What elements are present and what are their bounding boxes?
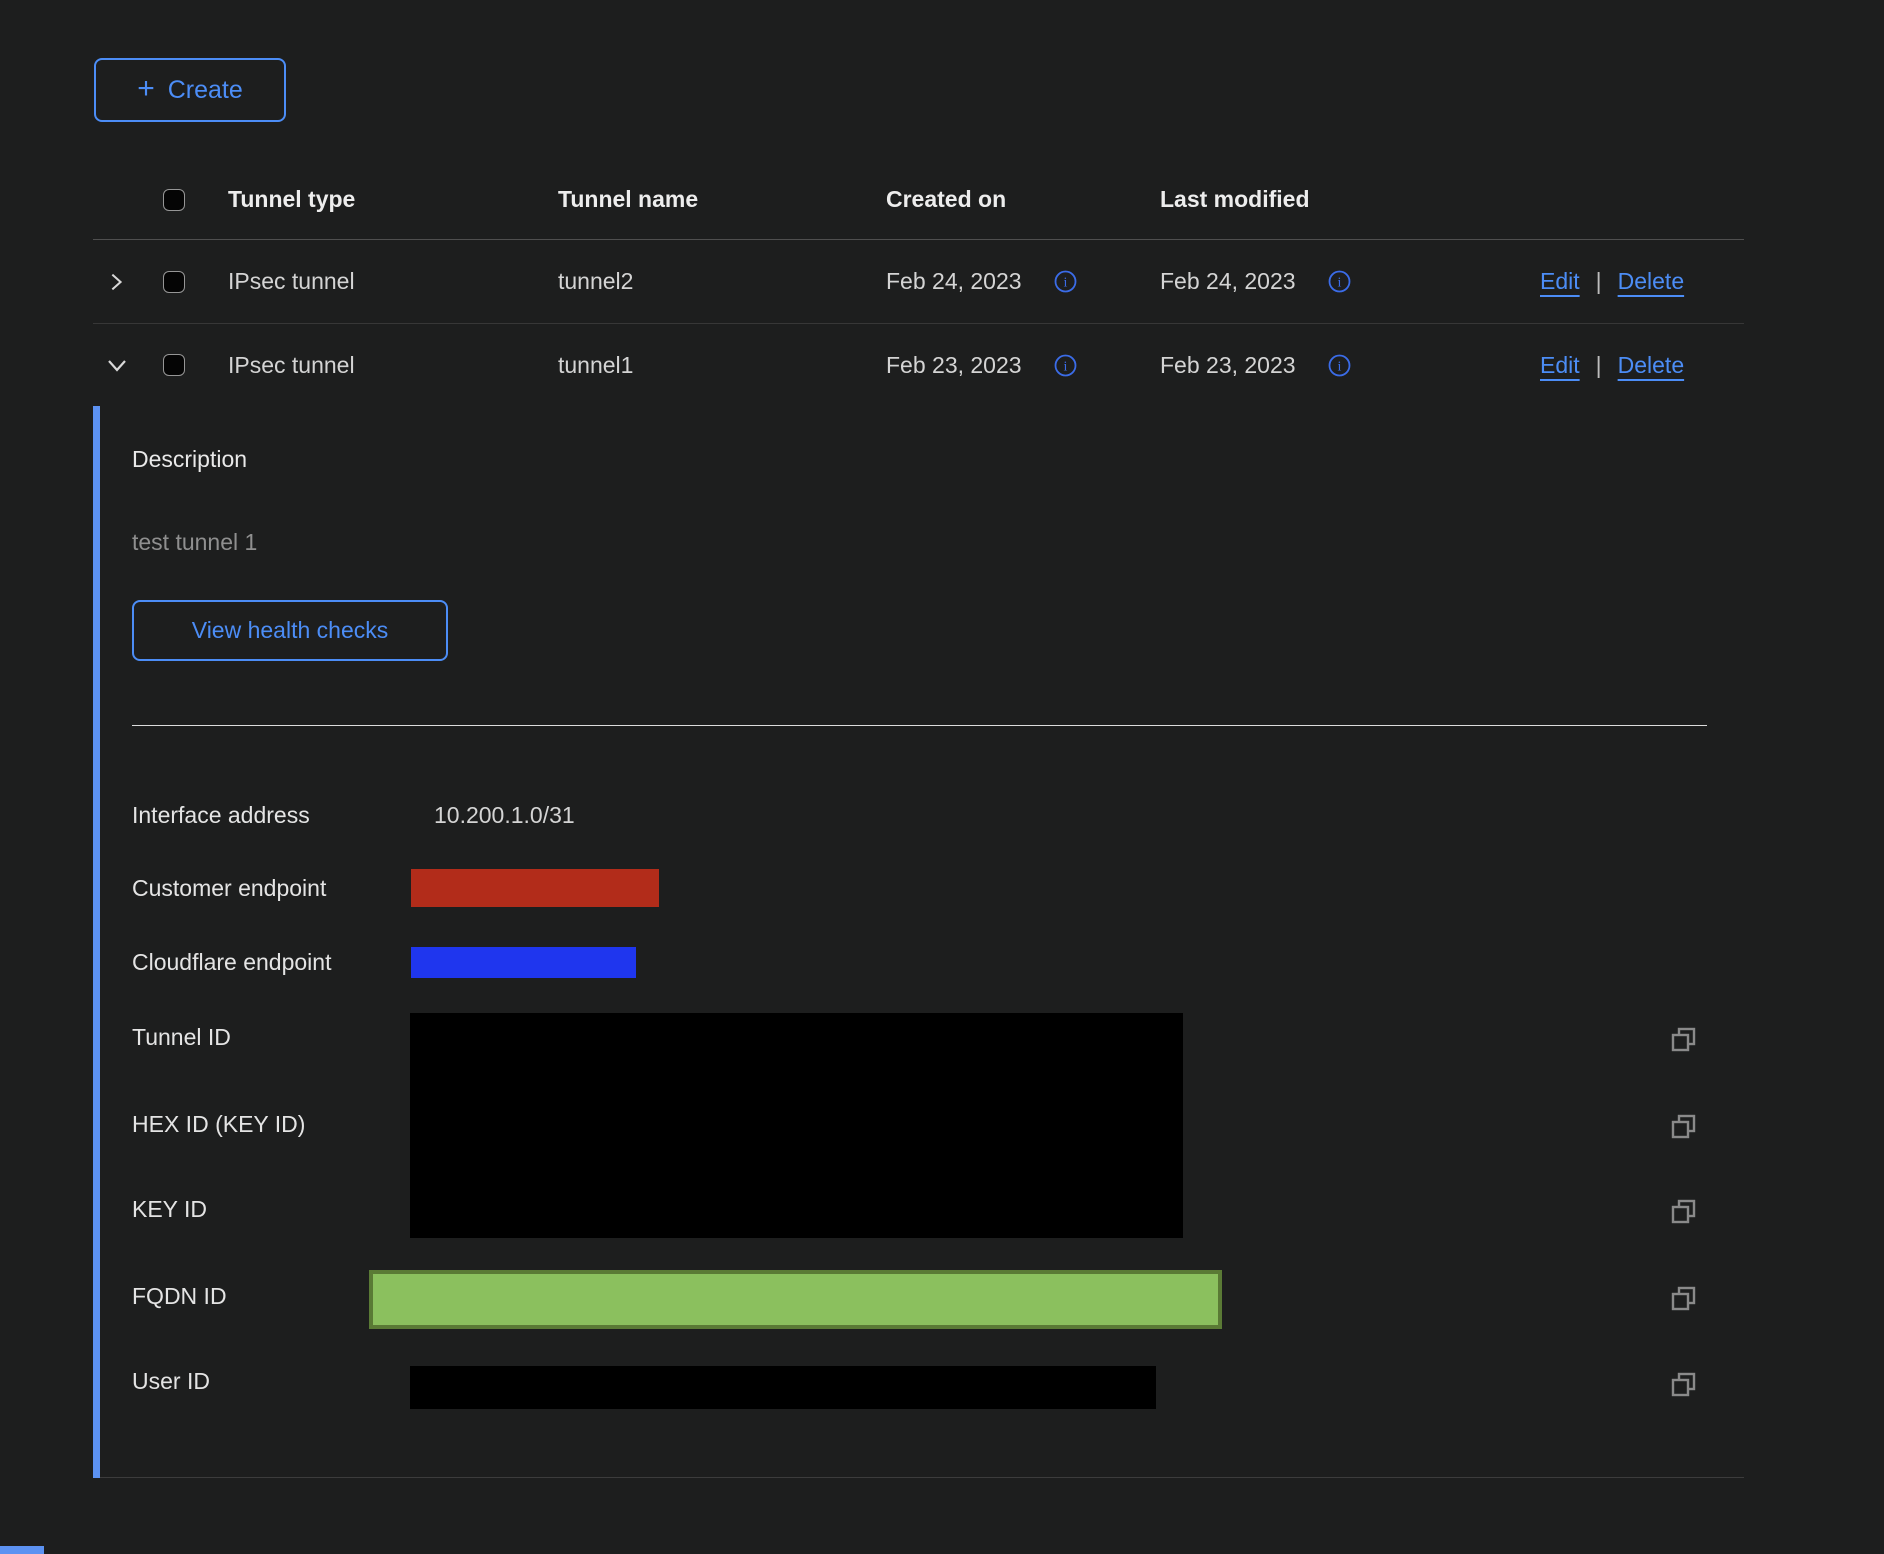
expanded-row-accent-bar — [93, 406, 100, 1478]
copy-tunnel-id-button[interactable] — [1669, 1026, 1697, 1054]
edit-link[interactable]: Edit — [1540, 352, 1580, 379]
copy-user-id-button[interactable] — [1669, 1371, 1697, 1399]
user-id-redacted-value — [410, 1366, 1156, 1409]
svg-text:i: i — [1337, 276, 1341, 291]
header-tunnel-type: Tunnel type — [220, 186, 550, 213]
info-icon[interactable]: i — [1054, 354, 1077, 377]
chevron-right-icon — [105, 271, 127, 293]
create-button[interactable]: + Create — [94, 58, 286, 122]
interface-address-value: 10.200.1.0/31 — [434, 802, 575, 829]
created-on-value: Feb 24, 2023 — [886, 268, 1022, 295]
svg-text:i: i — [1063, 359, 1067, 374]
copy-icon — [1670, 1371, 1697, 1398]
header-created-on: Created on — [878, 186, 1152, 213]
create-button-label: Create — [168, 76, 243, 105]
info-icon[interactable]: i — [1328, 270, 1351, 293]
fqdn-id-redacted-value — [369, 1270, 1222, 1329]
link-separator: | — [1596, 352, 1602, 379]
table-header-row: Tunnel type Tunnel name Created on Last … — [93, 160, 1744, 240]
view-health-checks-button[interactable]: View health checks — [132, 600, 448, 661]
tunnel-id-label: Tunnel ID — [132, 1024, 231, 1051]
delete-link[interactable]: Delete — [1618, 268, 1684, 295]
section-divider — [132, 725, 1707, 726]
select-all-checkbox[interactable] — [163, 189, 185, 211]
copy-icon — [1670, 1285, 1697, 1312]
header-last-modified: Last modified — [1152, 186, 1530, 213]
key-id-label: KEY ID — [132, 1196, 207, 1223]
copy-key-id-button[interactable] — [1669, 1198, 1697, 1226]
table-row: IPsec tunnel tunnel2 Feb 24, 2023 i Feb … — [93, 240, 1744, 324]
tunnel-type-cell: IPsec tunnel — [220, 268, 550, 295]
cloudflare-endpoint-redacted-value — [411, 947, 636, 978]
svg-text:i: i — [1337, 359, 1341, 374]
description-value: test tunnel 1 — [132, 529, 257, 556]
info-icon[interactable]: i — [1054, 270, 1077, 293]
fqdn-id-label: FQDN ID — [132, 1283, 227, 1310]
chevron-down-icon — [105, 353, 129, 377]
hex-id-label: HEX ID (KEY ID) — [132, 1111, 305, 1138]
row-checkbox[interactable] — [163, 354, 185, 376]
created-on-value: Feb 23, 2023 — [886, 352, 1022, 379]
description-label: Description — [132, 446, 247, 473]
ids-redacted-value — [410, 1013, 1183, 1238]
svg-text:i: i — [1063, 276, 1067, 291]
last-modified-value: Feb 24, 2023 — [1160, 268, 1296, 295]
tunnel-name-cell: tunnel1 — [550, 352, 878, 379]
collapse-row-button[interactable] — [93, 353, 155, 377]
copy-icon — [1670, 1198, 1697, 1225]
tunnel-type-cell: IPsec tunnel — [220, 352, 550, 379]
expand-row-button[interactable] — [93, 271, 155, 293]
row-checkbox[interactable] — [163, 271, 185, 293]
copy-fqdn-id-button[interactable] — [1669, 1285, 1697, 1313]
header-tunnel-name: Tunnel name — [550, 186, 878, 213]
table-row: IPsec tunnel tunnel1 Feb 23, 2023 i Feb … — [93, 324, 1744, 406]
tunnels-table: Tunnel type Tunnel name Created on Last … — [93, 160, 1744, 406]
copy-icon — [1670, 1113, 1697, 1140]
tunnel-name-cell: tunnel2 — [550, 268, 878, 295]
info-icon[interactable]: i — [1328, 354, 1351, 377]
copy-hex-id-button[interactable] — [1669, 1113, 1697, 1141]
last-modified-value: Feb 23, 2023 — [1160, 352, 1296, 379]
edit-link[interactable]: Edit — [1540, 268, 1580, 295]
link-separator: | — [1596, 268, 1602, 295]
cloudflare-endpoint-label: Cloudflare endpoint — [132, 949, 331, 976]
customer-endpoint-redacted-value — [411, 869, 659, 907]
tunnel-detail-panel: Description test tunnel 1 View health ch… — [93, 406, 1744, 1478]
plus-icon: + — [137, 74, 155, 104]
delete-link[interactable]: Delete — [1618, 352, 1684, 379]
user-id-label: User ID — [132, 1368, 210, 1395]
copy-icon — [1670, 1026, 1697, 1053]
customer-endpoint-label: Customer endpoint — [132, 875, 326, 902]
interface-address-label: Interface address — [132, 802, 310, 829]
bottom-left-blue-strip — [0, 1546, 44, 1554]
